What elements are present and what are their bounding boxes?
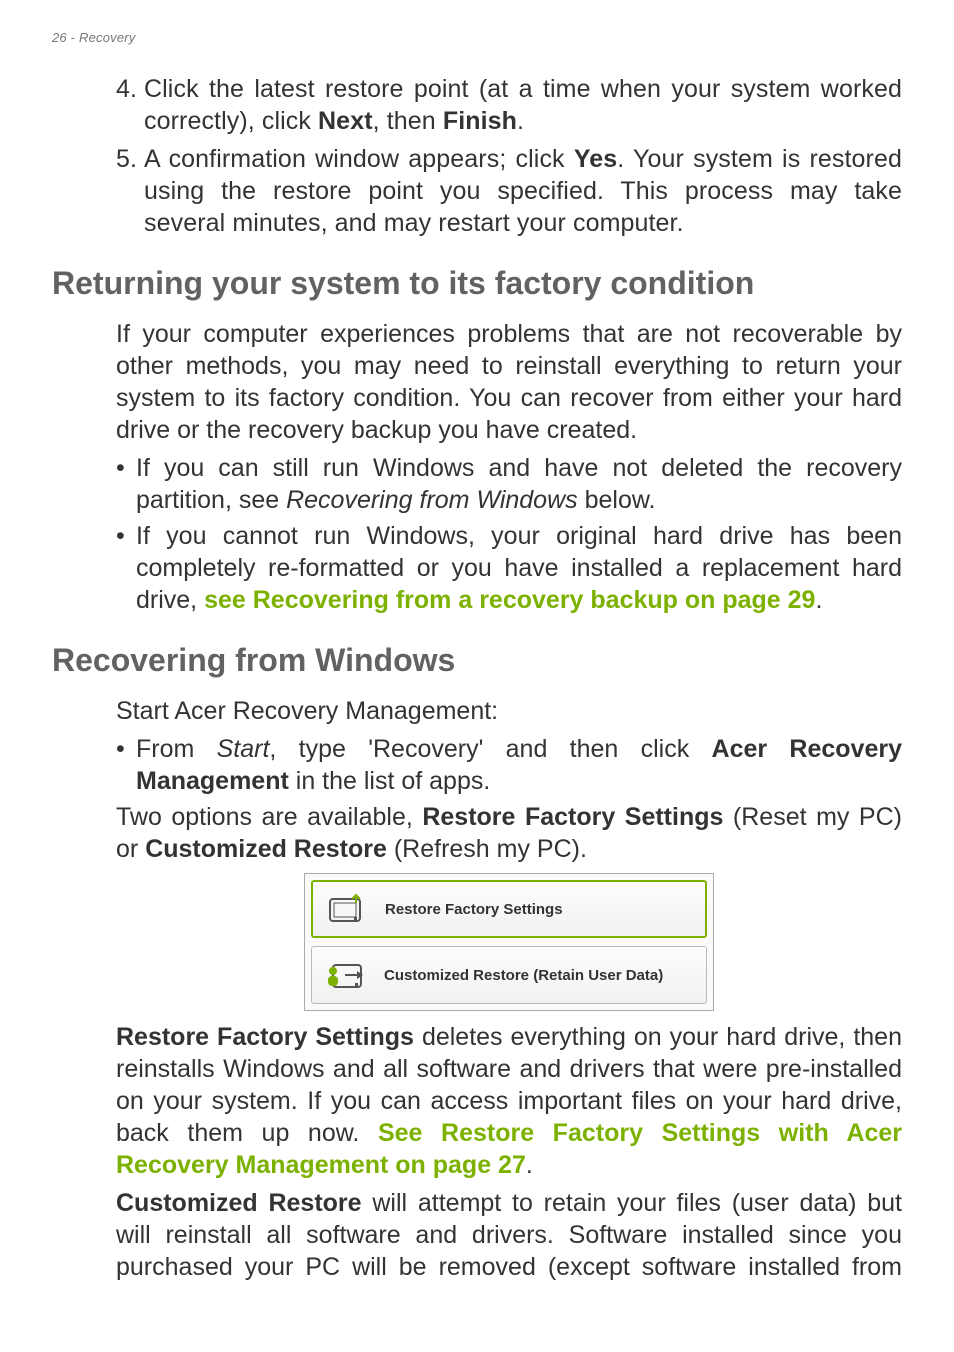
page: 26 - Recovery 4. Click the latest restor… bbox=[0, 0, 954, 1352]
content-area: 4. Click the latest restore point (at a … bbox=[52, 73, 902, 1283]
bullet-windows-cannot-run: If you cannot run Windows, your original… bbox=[116, 520, 902, 616]
step-text: Click the latest restore point (at a tim… bbox=[144, 73, 902, 137]
step-text: A confirmation window appears; click Yes… bbox=[144, 143, 902, 239]
paragraph-restore-factory-desc: Restore Factory Settings deletes everyth… bbox=[116, 1021, 902, 1181]
paragraph-customized-restore-desc: Customized Restore will attempt to retai… bbox=[116, 1187, 902, 1283]
figure-recovery-options: Restore Factory Settings Customized Rest… bbox=[304, 873, 714, 1011]
restore-factory-icon bbox=[327, 891, 367, 927]
paragraph-two-options: Two options are available, Restore Facto… bbox=[116, 801, 902, 865]
header-page-num: 26 bbox=[52, 30, 67, 45]
numbered-list-steps: 4. Click the latest restore point (at a … bbox=[116, 73, 902, 239]
bullet-list-options: If you can still run Windows and have no… bbox=[116, 452, 902, 616]
heading-returning-system: Returning your system to its factory con… bbox=[52, 265, 902, 302]
customized-restore-button[interactable]: Customized Restore (Retain User Data) bbox=[311, 946, 707, 1004]
step-4: 4. Click the latest restore point (at a … bbox=[116, 73, 902, 137]
step-number: 4. bbox=[116, 73, 144, 137]
restore-factory-label: Restore Factory Settings bbox=[385, 901, 563, 918]
link-recovery-backup[interactable]: see Recovering from a recovery backup on… bbox=[204, 586, 815, 614]
paragraph-intro-factory: If your computer experiences problems th… bbox=[116, 318, 902, 446]
bullet-from-start: From Start, type 'Recovery' and then cli… bbox=[116, 733, 902, 797]
step-5: 5. A confirmation window appears; click … bbox=[116, 143, 902, 239]
page-header: 26 - Recovery bbox=[52, 30, 902, 45]
heading-recovering-windows: Recovering from Windows bbox=[52, 642, 902, 679]
restore-factory-settings-button[interactable]: Restore Factory Settings bbox=[311, 880, 707, 938]
bullet-windows-still-runs: If you can still run Windows and have no… bbox=[116, 452, 902, 516]
paragraph-start-arm: Start Acer Recovery Management: bbox=[116, 695, 902, 727]
step-number: 5. bbox=[116, 143, 144, 239]
header-section: Recovery bbox=[79, 30, 136, 45]
customized-restore-label: Customized Restore (Retain User Data) bbox=[384, 967, 663, 984]
customized-restore-icon bbox=[326, 957, 366, 993]
